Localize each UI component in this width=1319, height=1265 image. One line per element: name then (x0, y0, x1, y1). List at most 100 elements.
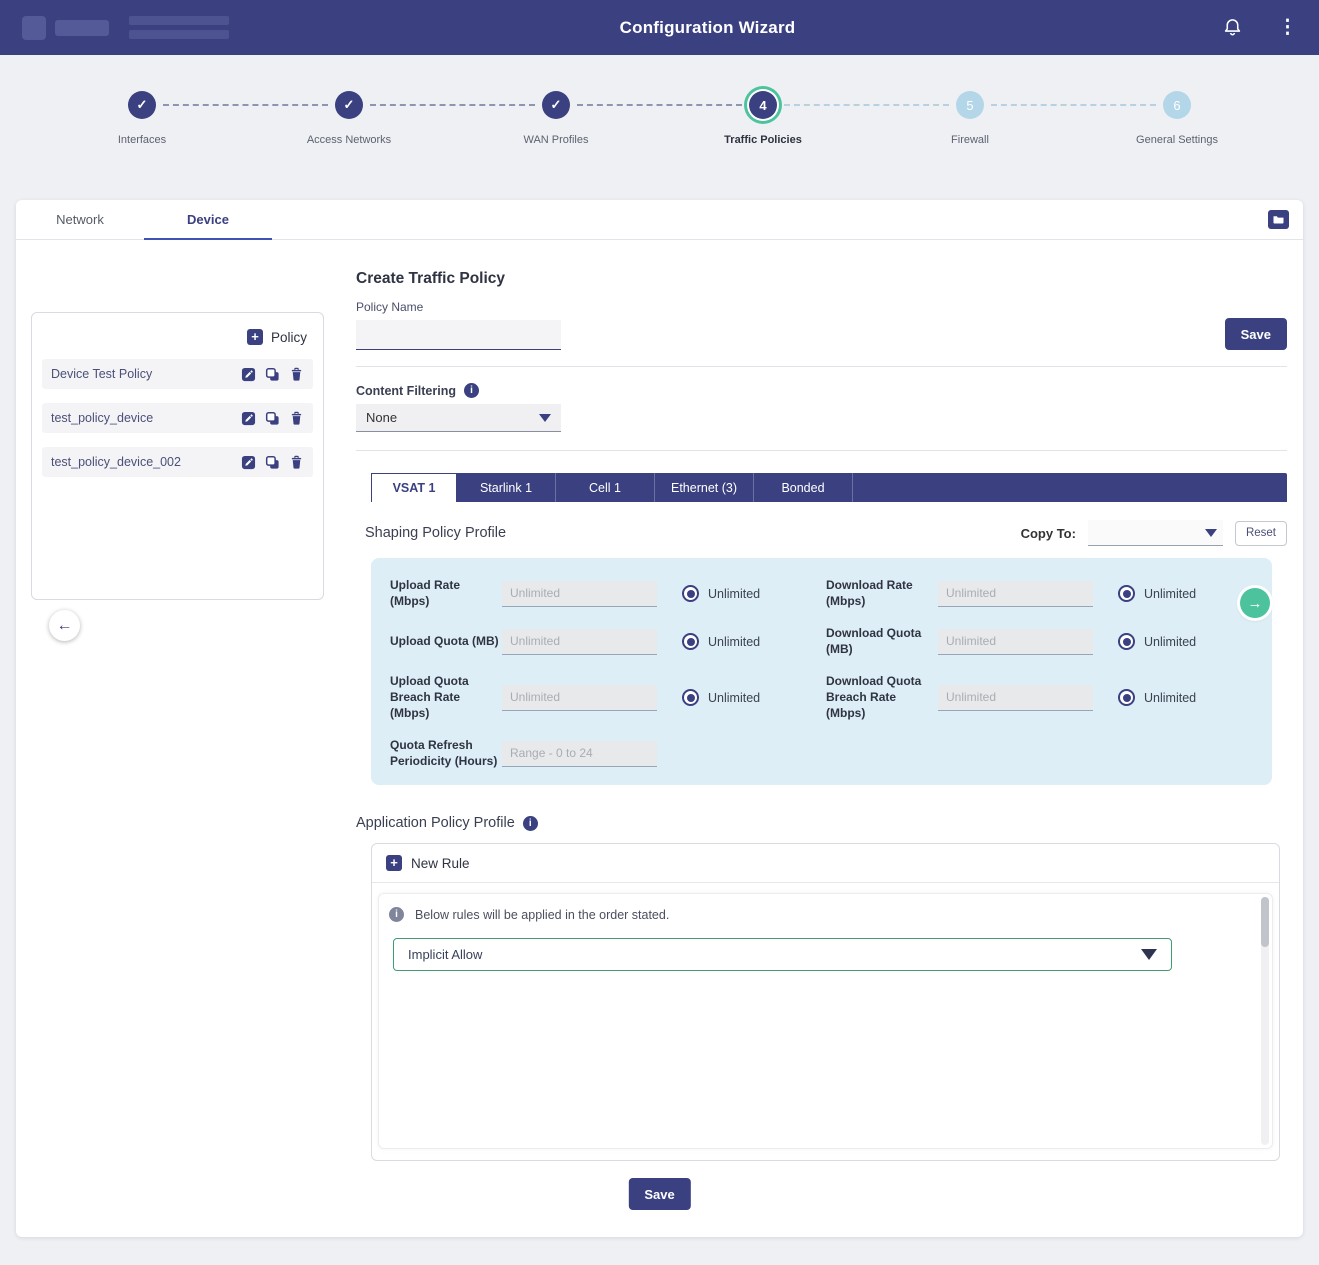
copy-policy-icon[interactable] (265, 367, 280, 382)
info-icon[interactable] (523, 816, 538, 831)
download-quota-breach-label: Download Quota Breach Rate (Mbps) (826, 674, 938, 721)
step-number: 5 (966, 98, 973, 113)
radio-selected-icon (682, 633, 699, 650)
upload-quota-breach-unlimited-radio[interactable]: Unlimited (682, 689, 760, 706)
chevron-down-icon (1141, 949, 1157, 960)
edit-policy-icon[interactable] (241, 411, 256, 426)
check-icon: ✓ (344, 97, 355, 113)
form-title: Create Traffic Policy (356, 270, 1287, 288)
quota-refresh-input[interactable] (502, 741, 657, 767)
save-button[interactable]: Save (1225, 318, 1287, 350)
org-info-redacted (129, 16, 229, 39)
copy-policy-icon[interactable] (265, 411, 280, 426)
step-interfaces[interactable]: ✓ Interfaces (128, 91, 156, 119)
upload-rate-unlimited-radio[interactable]: Unlimited (682, 585, 760, 602)
edit-policy-icon[interactable] (241, 367, 256, 382)
step-traffic-policies[interactable]: 4 Traffic Policies (749, 91, 777, 119)
upload-quota-breach-label: Upload Quota Breach Rate (Mbps) (390, 674, 502, 721)
content-filtering-value: None (366, 410, 397, 425)
download-quota-unlimited-radio[interactable]: Unlimited (1118, 633, 1196, 650)
copy-to-label: Copy To: (1021, 526, 1076, 541)
rule-implicit-allow[interactable]: Implicit Allow (393, 938, 1172, 971)
info-icon[interactable] (464, 383, 479, 398)
edit-policy-icon[interactable] (241, 455, 256, 470)
policy-name: test_policy_device (51, 411, 241, 425)
view-tabs: Network Device (16, 200, 1303, 240)
step-access-networks[interactable]: ✓ Access Networks (335, 91, 363, 119)
step-label: WAN Profiles (524, 134, 589, 146)
tab-starlink-1[interactable]: Starlink 1 (457, 473, 556, 502)
expand-panel-icon[interactable] (1268, 210, 1289, 229)
delete-policy-icon[interactable] (289, 367, 304, 382)
wizard-stepper: ✓ Interfaces ✓ Access Networks ✓ WAN Pro… (0, 55, 1319, 165)
download-rate-unlimited-radio[interactable]: Unlimited (1118, 585, 1196, 602)
scrollbar-track[interactable] (1261, 897, 1269, 1145)
step-label: Traffic Policies (724, 134, 802, 146)
copy-policy-icon[interactable] (265, 455, 280, 470)
radio-selected-icon (1118, 633, 1135, 650)
upload-quota-breach-input[interactable] (502, 685, 657, 711)
divider (356, 450, 1287, 451)
quota-refresh-label: Quota Refresh Periodicity (Hours) (390, 738, 502, 769)
tab-vsat-1[interactable]: VSAT 1 (371, 473, 457, 502)
upload-quota-input[interactable] (502, 629, 657, 655)
scrollbar-thumb[interactable] (1261, 897, 1269, 947)
delete-policy-icon[interactable] (289, 411, 304, 426)
policy-name-label: Policy Name (356, 300, 1287, 314)
download-quota-breach-unlimited-radio[interactable]: Unlimited (1118, 689, 1196, 706)
radio-selected-icon (1118, 585, 1135, 602)
card-content: Policy Device Test Policy test_policy_de… (16, 240, 1303, 1237)
copy-to-select[interactable] (1088, 520, 1223, 546)
radio-selected-icon (1118, 689, 1135, 706)
step-firewall[interactable]: 5 Firewall (956, 91, 984, 119)
notifications-bell-icon[interactable] (1223, 18, 1242, 37)
main-card: Network Device Policy Device Test Policy (16, 200, 1303, 1237)
policy-list-item[interactable]: test_policy_device (42, 403, 313, 433)
step-general-settings[interactable]: 6 General Settings (1163, 91, 1191, 119)
step-connector (577, 104, 742, 106)
policy-list-item[interactable]: Device Test Policy (42, 359, 313, 389)
tab-network[interactable]: Network (16, 200, 144, 239)
download-quota-input[interactable] (938, 629, 1093, 655)
upload-quota-unlimited-radio[interactable]: Unlimited (682, 633, 760, 650)
back-arrow-icon: ← (57, 618, 73, 634)
new-rule-button[interactable]: New Rule (386, 855, 470, 871)
step-label: Interfaces (118, 134, 166, 146)
delete-policy-icon[interactable] (289, 455, 304, 470)
check-icon: ✓ (551, 97, 562, 113)
reset-button[interactable]: Reset (1235, 521, 1287, 546)
application-section-title: Application Policy Profile (356, 815, 515, 831)
tab-ethernet[interactable]: Ethernet (3) (655, 473, 754, 502)
step-circle: 4 (749, 91, 777, 119)
policy-name-input[interactable] (356, 320, 561, 350)
step-circle: ✓ (335, 91, 363, 119)
step-label: Firewall (951, 134, 989, 146)
download-rate-label: Download Rate (Mbps) (826, 578, 938, 609)
upload-rate-input[interactable] (502, 581, 657, 607)
step-wan-profiles[interactable]: ✓ WAN Profiles (542, 91, 570, 119)
policy-list-item[interactable]: test_policy_device_002 (42, 447, 313, 477)
tab-bonded[interactable]: Bonded (754, 473, 853, 502)
shaping-section-title: Shaping Policy Profile (365, 525, 506, 541)
back-button[interactable]: ← (49, 610, 80, 641)
rules-info-text: Below rules will be applied in the order… (415, 908, 669, 922)
tab-cell-1[interactable]: Cell 1 (556, 473, 655, 502)
step-number: 4 (759, 98, 766, 113)
download-quota-breach-input[interactable] (938, 685, 1093, 711)
content-filtering-label: Content Filtering (356, 384, 456, 398)
interface-tabbar: VSAT 1 Starlink 1 Cell 1 Ethernet (3) Bo… (371, 473, 1287, 502)
save-policy-button[interactable]: Save (628, 1178, 690, 1210)
tab-device[interactable]: Device (144, 200, 272, 239)
step-label: Access Networks (307, 134, 391, 146)
chevron-down-icon (539, 414, 551, 422)
next-interface-button[interactable]: → (1240, 588, 1270, 618)
step-connector (163, 104, 328, 106)
policy-name: test_policy_device_002 (51, 455, 241, 469)
rules-scroll-area: Below rules will be applied in the order… (378, 893, 1273, 1149)
download-quota-label: Download Quota (MB) (826, 626, 938, 657)
more-menu-icon[interactable]: ⋮ (1278, 18, 1297, 37)
add-policy-button[interactable]: Policy (247, 329, 307, 345)
plus-icon (386, 855, 402, 871)
download-rate-input[interactable] (938, 581, 1093, 607)
content-filtering-select[interactable]: None (356, 404, 561, 432)
